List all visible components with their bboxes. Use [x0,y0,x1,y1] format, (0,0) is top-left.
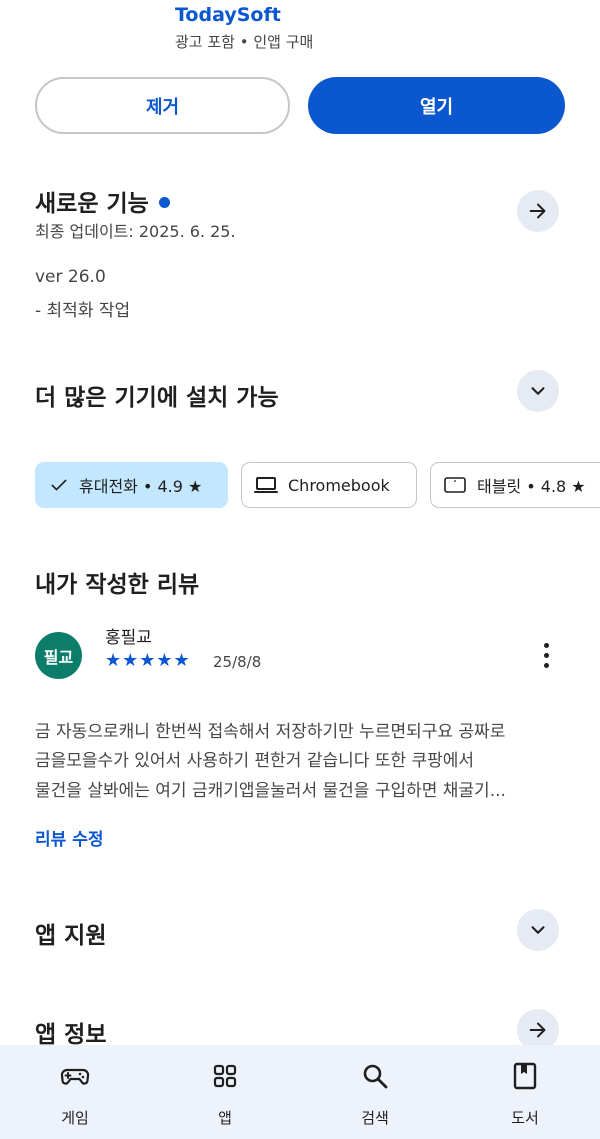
devices-expand-button[interactable] [517,370,559,412]
apps-grid-icon [213,1064,237,1088]
review-text-line: 금 자동으로캐니 한번씩 접속해서 저장하기만 누르면되구요 공짜로 [35,722,506,742]
whats-new-title: 새로운 기능 [35,191,149,217]
last-updated: 최종 업데이트: 2025. 6. 25. [35,222,236,241]
version-text: ver 26.0 [35,267,106,287]
bottom-navigation: 게임 앱 검색 도서 [0,1045,600,1139]
review-text-line: 물건을 살봐에는 여기 금캐기앱을눌러서 물건을 구입하면 채굴기... [35,781,506,801]
update-note: - 최적화 작업 [35,301,131,321]
developer-name[interactable]: TodaySoft [175,4,281,26]
devices-title: 더 많은 기기에 설치 가능 [35,385,279,411]
edit-review-link[interactable]: 리뷰 수정 [35,825,103,850]
nav-apps-label: 앱 [218,1109,232,1127]
reviewer-name: 홍필교 [105,628,152,648]
arrow-right-icon [529,1022,546,1038]
star-rating: ★★★★★ [105,650,191,671]
new-indicator-dot [158,197,170,208]
chip-phone[interactable]: 휴대전화 • 4.9 ★ [35,462,228,508]
nav-apps[interactable]: 앱 [150,1045,300,1139]
avatar: 필교 [35,632,82,679]
remove-button[interactable]: 제거 [35,77,290,134]
app-support-title: 앱 지원 [35,923,107,949]
book-icon [513,1062,537,1090]
nav-search[interactable]: 검색 [300,1045,450,1139]
nav-search-label: 검색 [361,1109,389,1127]
whats-new-header: 새로운 기능 [35,184,170,218]
nav-games-label: 게임 [61,1109,89,1127]
chip-chromebook[interactable]: Chromebook [241,462,417,508]
laptop-icon [254,477,278,493]
check-icon [51,479,67,491]
chip-chromebook-label: Chromebook [288,475,390,495]
chip-tablet[interactable]: 태블릿 • 4.8 ★ [430,462,600,508]
search-icon [363,1064,388,1089]
chip-tablet-label: 태블릿 • 4.8 ★ [477,477,586,496]
app-sub-info: 광고 포함 • 인앱 구매 [175,33,314,51]
app-support-expand-button[interactable] [517,909,559,951]
chip-phone-label: 휴대전화 • 4.9 ★ [79,477,203,496]
my-review-title: 내가 작성한 리뷰 [35,572,200,598]
nav-games[interactable]: 게임 [0,1045,150,1139]
chevron-down-icon [531,387,545,395]
more-options-icon[interactable] [537,643,557,669]
open-button[interactable]: 열기 [308,77,565,134]
gamepad-icon [60,1068,90,1085]
nav-books[interactable]: 도서 [450,1045,600,1139]
chevron-down-icon [531,926,545,934]
whats-new-arrow-button[interactable] [517,190,559,232]
nav-books-label: 도서 [511,1109,539,1127]
app-info-title: 앱 정보 [35,1022,107,1048]
tablet-icon [444,477,466,493]
review-date: 25/8/8 [213,653,262,671]
review-text-line: 금을모을수가 있어서 사용하기 편한거 같습니다 또한 쿠팡에서 [35,751,475,771]
arrow-right-icon [529,203,546,219]
